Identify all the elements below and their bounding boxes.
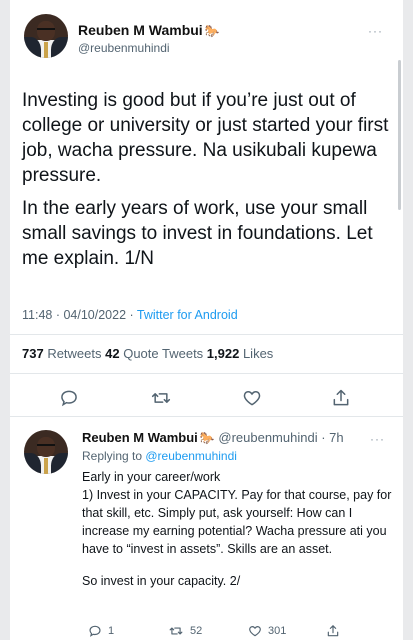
reply-line: Early in your career/work: [82, 470, 221, 484]
horse-emoji-icon: 🐎: [204, 24, 220, 38]
replying-to: Replying to @reubenmuhindi: [82, 449, 237, 463]
share-icon: [327, 625, 339, 637]
more-options-icon[interactable]: ···: [368, 24, 383, 38]
tweet-paragraph: Investing is good but if you’re just out…: [22, 90, 389, 186]
retweet-icon: [169, 627, 183, 635]
retweets-stat[interactable]: 737 Retweets: [22, 346, 105, 361]
reply-reply-action[interactable]: 1: [88, 624, 114, 638]
reply-body: Early in your career/work 1) Invest in y…: [82, 468, 394, 590]
quotes-stat[interactable]: 42 Quote Tweets: [105, 346, 207, 361]
reply-line: So invest in your capacity. 2/: [82, 574, 241, 588]
reply-line: 1) Invest in your CAPACITY. Pay for that…: [82, 488, 392, 556]
tweet-header: Reuben M Wambui 🐎 @reubenmuhindi ···: [10, 0, 403, 60]
reply-share-action[interactable]: [326, 624, 340, 638]
reply-retweet-action[interactable]: 52: [168, 624, 202, 638]
reply-author[interactable]: Reuben M Wambui 🐎 @reubenmuhindi · 7h: [82, 430, 344, 445]
divider: [10, 334, 403, 335]
reply-like-action[interactable]: 301: [248, 624, 286, 638]
like-icon: [249, 626, 261, 637]
avatar[interactable]: [24, 14, 68, 58]
reply-icon: [89, 625, 101, 637]
divider: [10, 373, 403, 374]
tweet-timestamp: 11:48 · 04/10/2022 · Twitter for Android: [22, 308, 238, 322]
like-icon[interactable]: [239, 385, 265, 411]
divider: [10, 416, 403, 417]
retweet-icon[interactable]: [148, 385, 174, 411]
tweet-time[interactable]: 11:48 · 04/10/2022 ·: [22, 308, 137, 322]
tweet-client-link[interactable]: Twitter for Android: [137, 308, 238, 322]
likes-stat[interactable]: 1,922 Likes: [207, 346, 274, 361]
engagement-stats: 737 Retweets 42 Quote Tweets 1,922 Likes: [22, 346, 273, 361]
replying-to-link[interactable]: @reubenmuhindi: [145, 449, 237, 463]
scrollbar[interactable]: [398, 60, 401, 210]
reply-more-options-icon[interactable]: ···: [370, 432, 385, 446]
tweet-paragraph: In the early years of work, use your sma…: [22, 198, 373, 269]
author-handle[interactable]: @reubenmuhindi: [78, 41, 170, 55]
tweet-action-bar: [10, 385, 403, 411]
reply-handle-time: @reubenmuhindi · 7h: [218, 430, 344, 445]
reply-icon[interactable]: [56, 385, 82, 411]
author-name[interactable]: Reuben M Wambui 🐎: [78, 22, 220, 38]
tweet-screenshot: Reuben M Wambui 🐎 @reubenmuhindi ··· Inve…: [10, 0, 403, 640]
share-icon[interactable]: [328, 385, 354, 411]
horse-emoji-icon: 🐎: [199, 431, 215, 445]
reply-avatar[interactable]: [24, 430, 68, 474]
reply-tweet[interactable]: Reuben M Wambui 🐎 @reubenmuhindi · 7h ···…: [10, 418, 403, 640]
reply-action-bar: 1 52 301: [82, 624, 382, 640]
tweet-body: Investing is good but if you’re just out…: [22, 88, 394, 279]
